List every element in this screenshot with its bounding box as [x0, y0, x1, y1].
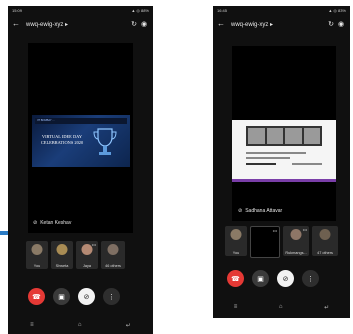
mic-toggle-button[interactable]: ⊘ — [277, 270, 294, 287]
speaker-icon[interactable]: ◉ — [139, 20, 149, 28]
participant-tiles: You Shweta ••• Jaya 46 others — [26, 241, 125, 269]
meeting-top-bar: ← wwq-ewig-xyz ▸ ↻ ◉ — [8, 17, 153, 31]
participant-tiles: You ••• ••• Rukmangs... 47 others — [225, 226, 338, 258]
slide-accent-bar — [232, 179, 336, 182]
shared-slide — [232, 120, 336, 182]
participant-label: 47 others — [317, 251, 333, 255]
more-icon: ⋮ — [108, 293, 115, 301]
status-bar: 16:45 ▲ ◎ 83% — [213, 6, 350, 15]
slide-photo-strip — [246, 126, 322, 146]
participant-label: You — [232, 251, 240, 255]
participant-tile[interactable]: You — [26, 241, 48, 269]
more-icon: ⋮ — [307, 275, 314, 283]
mic-off-icon: ⊘ — [238, 208, 243, 214]
mic-toggle-button[interactable]: ⊘ — [78, 288, 95, 305]
meeting-title[interactable]: wwq-ewig-xyz ▸ — [26, 21, 129, 28]
home-icon[interactable]: ⌂ — [279, 304, 283, 310]
participant-tile[interactable]: ••• — [250, 226, 280, 258]
avatar — [81, 244, 93, 255]
active-speaker: ⊘ Ketan Keshav — [33, 220, 71, 226]
speaker-name: Ketan Keshav — [40, 220, 72, 226]
mic-off-icon: ⊘ — [33, 220, 38, 226]
left-phone-screenshot: 15:09 ▲ ◎ 88% ← wwq-ewig-xyz ▸ ↻ ◉ IIT B… — [8, 6, 153, 334]
switch-camera-icon[interactable]: ↻ — [129, 20, 139, 28]
slide-text-line — [246, 163, 276, 165]
back-arrow-icon[interactable]: ← — [12, 20, 22, 28]
mic-off-icon: ⊘ — [282, 275, 289, 283]
call-controls: ☎ ▣ ⊘ ⋮ — [28, 288, 120, 305]
video-off-icon: ▣ — [257, 275, 264, 283]
participant-label: 46 others — [105, 264, 121, 268]
more-dots-icon: ••• — [302, 227, 307, 232]
avatar — [319, 229, 331, 240]
shared-slide: IIT BOMBAY ... VIRTUAL IDEE DAY CELEBRAT… — [32, 115, 130, 167]
avatar — [107, 244, 119, 255]
end-call-button[interactable]: ☎ — [28, 288, 45, 305]
android-nav-bar: ≡ ⌂ ↵ — [213, 302, 350, 312]
avatar — [31, 244, 43, 255]
participant-tile[interactable]: ••• Rukmangs... — [283, 226, 309, 256]
meeting-top-bar: ← wwq-ewig-xyz ▸ ↻ ◉ — [213, 17, 350, 31]
active-speaker: ⊘ Sadhana Attavar — [238, 208, 282, 214]
slide-title: VIRTUAL IDEE DAY CELEBRATIONS 2020 — [40, 134, 84, 145]
phone-icon: ☎ — [231, 275, 240, 283]
participant-tile[interactable]: 46 others — [101, 241, 125, 269]
status-indicators: ▲ ◎ 83% — [328, 8, 346, 13]
participant-label: Shweta — [55, 264, 69, 268]
more-dots-icon: ••• — [91, 242, 96, 247]
meeting-title[interactable]: wwq-ewig-xyz ▸ — [231, 21, 326, 28]
back-icon[interactable]: ↵ — [126, 322, 131, 329]
main-video-stage: IIT BOMBAY ... VIRTUAL IDEE DAY CELEBRAT… — [28, 43, 133, 233]
status-time: 16:45 — [217, 8, 228, 13]
right-phone-screenshot: 16:45 ▲ ◎ 83% ← wwq-ewig-xyz ▸ ↻ ◉ ⊘ Sad… — [213, 6, 350, 318]
participant-tile[interactable]: 47 others — [312, 226, 338, 256]
status-time: 15:09 — [12, 8, 23, 13]
camera-toggle-button[interactable]: ▣ — [252, 270, 269, 287]
status-indicators: ▲ ◎ 88% — [131, 8, 149, 13]
avatar — [56, 244, 68, 255]
slide-header: IIT BOMBAY ... — [35, 118, 127, 124]
menu-icon[interactable]: ≡ — [30, 322, 34, 328]
avatar — [230, 229, 242, 240]
home-icon[interactable]: ⌂ — [78, 322, 82, 328]
speaker-icon[interactable]: ◉ — [336, 20, 346, 28]
camera-toggle-button[interactable]: ▣ — [53, 288, 70, 305]
participant-tile[interactable]: Shweta — [51, 241, 73, 269]
mic-off-icon: ⊘ — [83, 293, 90, 301]
more-options-button[interactable]: ⋮ — [103, 288, 120, 305]
menu-icon[interactable]: ≡ — [234, 304, 238, 310]
participant-label: You — [33, 264, 41, 268]
slide-text-line — [292, 163, 322, 165]
more-options-button[interactable]: ⋮ — [302, 270, 319, 287]
participant-label: Jaya — [82, 264, 92, 268]
slide-text-line — [246, 157, 290, 159]
status-bar: 15:09 ▲ ◎ 88% — [8, 6, 153, 15]
participant-tile[interactable]: ••• Jaya — [76, 241, 98, 269]
participant-label: Rukmangs... — [285, 251, 307, 255]
speaker-name: Sadhana Attavar — [245, 208, 283, 214]
participant-tile[interactable]: You — [225, 226, 247, 256]
main-video-stage: ⊘ Sadhana Attavar — [232, 46, 336, 221]
slide-text-line — [246, 152, 306, 154]
trophy-icon — [93, 128, 117, 155]
switch-camera-icon[interactable]: ↻ — [326, 20, 336, 28]
avatar — [290, 229, 302, 240]
call-controls: ☎ ▣ ⊘ ⋮ — [227, 270, 319, 287]
back-icon[interactable]: ↵ — [324, 304, 329, 311]
android-nav-bar: ≡ ⌂ ↵ — [8, 320, 153, 330]
back-arrow-icon[interactable]: ← — [217, 20, 227, 28]
video-off-icon: ▣ — [58, 293, 65, 301]
end-call-button[interactable]: ☎ — [227, 270, 244, 287]
phone-icon: ☎ — [32, 293, 41, 301]
more-dots-icon: ••• — [272, 228, 277, 233]
